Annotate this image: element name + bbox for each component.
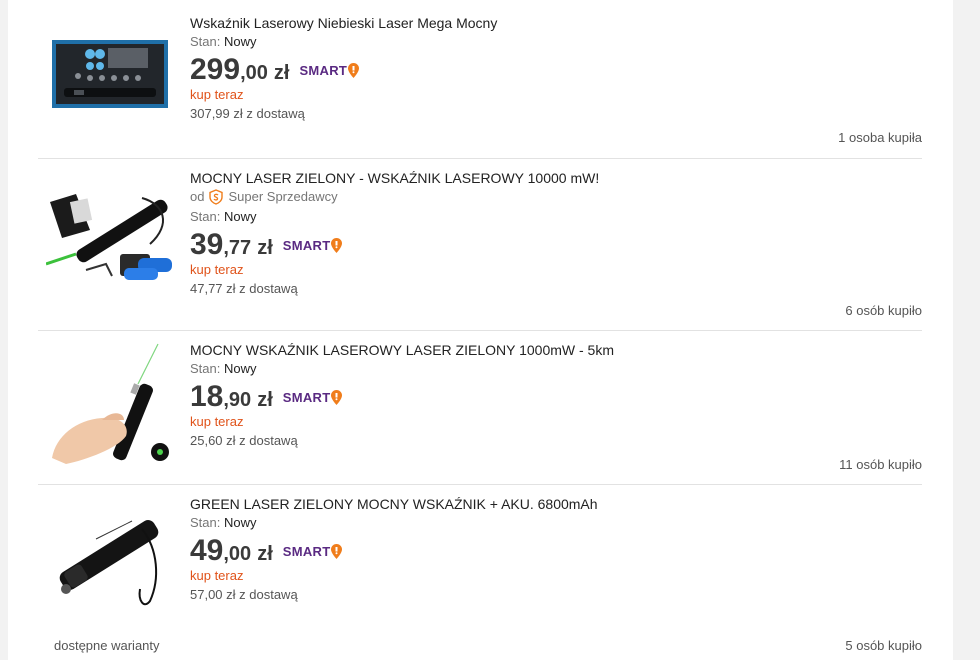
listing-info: GREEN LASER ZIELONY MOCNY WSKAŹNIK + AKU… <box>190 495 922 605</box>
listing-title[interactable]: GREEN LASER ZIELONY MOCNY WSKAŹNIK + AKU… <box>190 495 922 513</box>
product-image[interactable] <box>46 32 174 116</box>
price: 299,00 zł SMART <box>190 54 922 86</box>
listing-info: MOCNY WSKAŹNIK LASEROWY LASER ZIELONY 10… <box>190 341 922 451</box>
buyers-count: 1 osoba kupiła <box>838 130 922 145</box>
smart-badge: SMART <box>283 238 343 253</box>
delivery-price: 307,99 zł z dostawą <box>190 106 305 121</box>
listing-item[interactable]: MOCNY LASER ZIELONY - WSKAŹNIK LASEROWY … <box>38 159 922 330</box>
listing-title[interactable]: Wskaźnik Laserowy Niebieski Laser Mega M… <box>190 14 922 32</box>
location-pin-icon <box>331 238 343 253</box>
condition: Stan: Nowy <box>190 34 257 49</box>
condition: Stan: Nowy <box>190 361 257 376</box>
buy-now-label: kup teraz <box>190 87 244 102</box>
location-pin-icon <box>331 390 343 405</box>
smart-badge: SMART <box>283 544 343 559</box>
delivery-price: 57,00 zł z dostawą <box>190 587 298 602</box>
location-pin-icon <box>331 544 343 559</box>
available-variants-link[interactable]: dostępne warianty <box>54 638 160 653</box>
product-image[interactable] <box>46 339 174 469</box>
listing-info: Wskaźnik Laserowy Niebieski Laser Mega M… <box>190 14 922 124</box>
buyers-count: 11 osób kupiło <box>839 457 922 472</box>
listing-info: MOCNY LASER ZIELONY - WSKAŹNIK LASEROWY … <box>190 169 922 299</box>
product-image[interactable] <box>46 507 174 611</box>
delivery-price: 25,60 zł z dostawą <box>190 433 298 448</box>
condition: Stan: Nowy <box>190 209 257 224</box>
hand-laser-pointer-image <box>52 343 169 464</box>
seller-info: od Super Sprzedawcy <box>190 189 338 205</box>
buy-now-label: kup teraz <box>190 262 244 277</box>
listing-item[interactable]: Wskaźnik Laserowy Niebieski Laser Mega M… <box>38 0 922 158</box>
buy-now-label: kup teraz <box>190 568 244 583</box>
location-pin-icon <box>348 63 360 78</box>
price: 49,00 zł SMART <box>190 535 922 567</box>
buyers-count: 6 osób kupiło <box>845 303 922 318</box>
smart-badge: SMART <box>283 390 343 405</box>
buyers-count: 5 osób kupiło <box>845 638 922 653</box>
listing-title[interactable]: MOCNY LASER ZIELONY - WSKAŹNIK LASEROWY … <box>190 169 922 187</box>
listing-title[interactable]: MOCNY WSKAŹNIK LASEROWY LASER ZIELONY 10… <box>190 341 922 359</box>
listing-item[interactable]: MOCNY WSKAŹNIK LASEROWY LASER ZIELONY 10… <box>38 331 922 484</box>
condition: Stan: Nowy <box>190 515 257 530</box>
listing-item[interactable]: GREEN LASER ZIELONY MOCNY WSKAŹNIK + AKU… <box>38 485 922 660</box>
price: 39,77 zł SMART <box>190 229 922 261</box>
super-seller-icon <box>209 189 224 205</box>
buy-now-label: kup teraz <box>190 414 244 429</box>
product-image[interactable] <box>46 181 174 291</box>
price: 18,90 zł SMART <box>190 381 922 413</box>
green-laser-set-image <box>46 194 172 280</box>
delivery-price: 47,77 zł z dostawą <box>190 281 298 296</box>
smart-badge: SMART <box>299 63 360 78</box>
tactical-laser-image <box>59 520 159 606</box>
blue-laser-kit-image <box>52 40 168 108</box>
